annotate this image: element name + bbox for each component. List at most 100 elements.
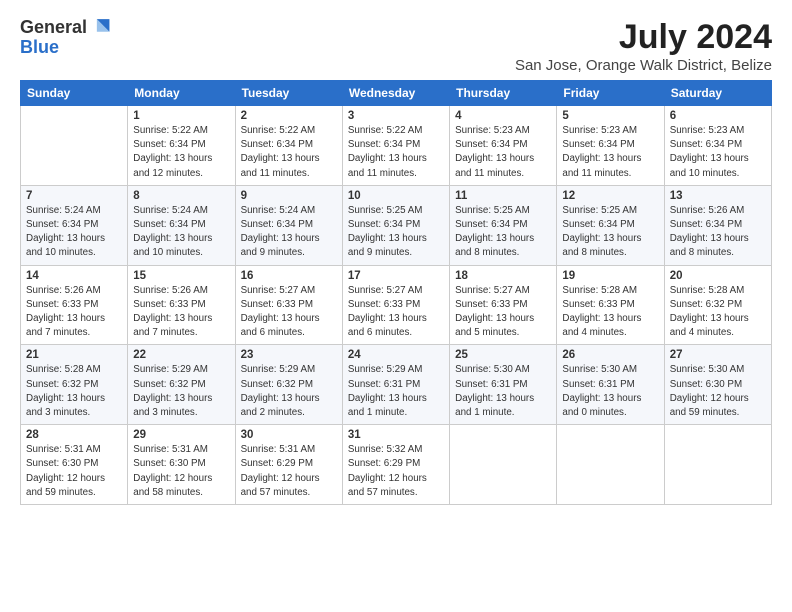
day-cell: 11Sunrise: 5:25 AM Sunset: 6:34 PM Dayli… [450,185,557,265]
day-info: Sunrise: 5:26 AM Sunset: 6:33 PM Dayligh… [133,284,229,341]
day-cell: 10Sunrise: 5:25 AM Sunset: 6:34 PM Dayli… [342,185,449,265]
day-info: Sunrise: 5:27 AM Sunset: 6:33 PM Dayligh… [455,284,551,341]
day-cell: 13Sunrise: 5:26 AM Sunset: 6:34 PM Dayli… [664,185,771,265]
day-cell: 28 Sunrise: 5:31 AM Sunset: 6:30 PM Dayli… [21,425,128,505]
header-cell-friday: Friday [557,81,664,106]
day-cell: 1 Sunrise: 5:22 AM Sunset: 6:34 PM Daylig… [128,106,235,186]
logo-general-text: General [20,18,87,38]
day-number: 9 [241,190,337,202]
day-number: 4 [455,110,551,122]
day-number: 20 [670,270,766,282]
day-number: 26 [562,349,658,361]
day-cell: 8 Sunrise: 5:24 AM Sunset: 6:34 PM Daylig… [128,185,235,265]
day-info: Sunrise: 5:28 AM Sunset: 6:33 PM Dayligh… [562,284,658,341]
day-number: 17 [348,270,444,282]
day-cell: 6Sunrise: 5:23 AM Sunset: 6:34 PM Daylig… [664,106,771,186]
day-info: Sunrise: 5:29 AM Sunset: 6:31 PM Dayligh… [348,363,444,420]
logo: General Blue [20,18,111,58]
day-cell: 19 Sunrise: 5:28 AM Sunset: 6:33 PM Dayli… [557,265,664,345]
week-row-1: 1 Sunrise: 5:22 AM Sunset: 6:34 PM Daylig… [21,106,772,186]
day-number: 3 [348,110,444,122]
day-cell: 26 Sunrise: 5:30 AM Sunset: 6:31 PM Dayli… [557,345,664,425]
day-number: 10 [348,190,444,202]
day-cell: 31 Sunrise: 5:32 AM Sunset: 6:29 PM Dayli… [342,425,449,505]
day-cell: 15 Sunrise: 5:26 AM Sunset: 6:33 PM Dayli… [128,265,235,345]
day-info: Sunrise: 5:27 AM Sunset: 6:33 PM Dayligh… [348,284,444,341]
day-number: 25 [455,349,551,361]
day-info: Sunrise: 5:24 AM Sunset: 6:34 PM Dayligh… [241,204,337,261]
week-row-4: 21Sunrise: 5:28 AM Sunset: 6:32 PM Dayli… [21,345,772,425]
header-cell-thursday: Thursday [450,81,557,106]
day-cell: 30 Sunrise: 5:31 AM Sunset: 6:29 PM Dayli… [235,425,342,505]
day-info: Sunrise: 5:31 AM Sunset: 6:29 PM Dayligh… [241,443,337,500]
day-number: 1 [133,110,229,122]
header-cell-sunday: Sunday [21,81,128,106]
day-cell [21,106,128,186]
day-info: Sunrise: 5:26 AM Sunset: 6:34 PM Dayligh… [670,204,766,261]
day-cell: 9 Sunrise: 5:24 AM Sunset: 6:34 PM Daylig… [235,185,342,265]
day-info: Sunrise: 5:25 AM Sunset: 6:34 PM Dayligh… [562,204,658,261]
day-info: Sunrise: 5:31 AM Sunset: 6:30 PM Dayligh… [26,443,122,500]
day-cell: 4 Sunrise: 5:23 AM Sunset: 6:34 PM Daylig… [450,106,557,186]
logo-icon [89,16,111,38]
day-info: Sunrise: 5:23 AM Sunset: 6:34 PM Dayligh… [455,124,551,181]
day-info: Sunrise: 5:22 AM Sunset: 6:34 PM Dayligh… [241,124,337,181]
day-cell: 25 Sunrise: 5:30 AM Sunset: 6:31 PM Dayli… [450,345,557,425]
day-number: 6 [670,110,766,122]
day-info: Sunrise: 5:30 AM Sunset: 6:31 PM Dayligh… [455,363,551,420]
day-number: 21 [26,349,122,361]
day-info: Sunrise: 5:28 AM Sunset: 6:32 PM Dayligh… [670,284,766,341]
day-number: 22 [133,349,229,361]
day-cell: 17 Sunrise: 5:27 AM Sunset: 6:33 PM Dayli… [342,265,449,345]
day-info: Sunrise: 5:30 AM Sunset: 6:30 PM Dayligh… [670,363,766,420]
day-number: 23 [241,349,337,361]
day-number: 5 [562,110,658,122]
header-row: SundayMondayTuesdayWednesdayThursdayFrid… [21,81,772,106]
day-info: Sunrise: 5:22 AM Sunset: 6:34 PM Dayligh… [348,124,444,181]
week-row-2: 7 Sunrise: 5:24 AM Sunset: 6:34 PM Daylig… [21,185,772,265]
day-number: 12 [562,190,658,202]
day-number: 7 [26,190,122,202]
day-cell: 7Sunrise: 5:24 AM Sunset: 6:34 PM Daylig… [21,185,128,265]
day-number: 24 [348,349,444,361]
header: General Blue July 2024 San Jose, Orange … [20,18,772,74]
day-number: 15 [133,270,229,282]
day-number: 19 [562,270,658,282]
day-cell [450,425,557,505]
day-number: 27 [670,349,766,361]
header-cell-monday: Monday [128,81,235,106]
day-cell: 5 Sunrise: 5:23 AM Sunset: 6:34 PM Daylig… [557,106,664,186]
day-info: Sunrise: 5:32 AM Sunset: 6:29 PM Dayligh… [348,443,444,500]
header-cell-saturday: Saturday [664,81,771,106]
day-info: Sunrise: 5:25 AM Sunset: 6:34 PM Dayligh… [455,204,551,261]
day-info: Sunrise: 5:23 AM Sunset: 6:34 PM Dayligh… [562,124,658,181]
day-number: 29 [133,429,229,441]
day-cell: 18 Sunrise: 5:27 AM Sunset: 6:33 PM Dayli… [450,265,557,345]
day-info: Sunrise: 5:22 AM Sunset: 6:34 PM Dayligh… [133,124,229,181]
day-number: 8 [133,190,229,202]
day-number: 30 [241,429,337,441]
header-cell-wednesday: Wednesday [342,81,449,106]
day-info: Sunrise: 5:24 AM Sunset: 6:34 PM Dayligh… [133,204,229,261]
day-number: 18 [455,270,551,282]
week-row-3: 14Sunrise: 5:26 AM Sunset: 6:33 PM Dayli… [21,265,772,345]
day-cell: 20 Sunrise: 5:28 AM Sunset: 6:32 PM Dayli… [664,265,771,345]
day-number: 16 [241,270,337,282]
day-cell: 14Sunrise: 5:26 AM Sunset: 6:33 PM Dayli… [21,265,128,345]
day-cell: 29 Sunrise: 5:31 AM Sunset: 6:30 PM Dayli… [128,425,235,505]
day-info: Sunrise: 5:31 AM Sunset: 6:30 PM Dayligh… [133,443,229,500]
day-cell [557,425,664,505]
day-number: 28 [26,429,122,441]
day-info: Sunrise: 5:29 AM Sunset: 6:32 PM Dayligh… [133,363,229,420]
day-number: 31 [348,429,444,441]
day-cell: 12 Sunrise: 5:25 AM Sunset: 6:34 PM Dayli… [557,185,664,265]
day-info: Sunrise: 5:30 AM Sunset: 6:31 PM Dayligh… [562,363,658,420]
title-block: July 2024 San Jose, Orange Walk District… [515,18,772,74]
day-cell: 22 Sunrise: 5:29 AM Sunset: 6:32 PM Dayli… [128,345,235,425]
day-cell: 24 Sunrise: 5:29 AM Sunset: 6:31 PM Dayli… [342,345,449,425]
day-info: Sunrise: 5:29 AM Sunset: 6:32 PM Dayligh… [241,363,337,420]
day-cell: 23 Sunrise: 5:29 AM Sunset: 6:32 PM Dayli… [235,345,342,425]
page: General Blue July 2024 San Jose, Orange … [0,0,792,612]
week-row-5: 28 Sunrise: 5:31 AM Sunset: 6:30 PM Dayli… [21,425,772,505]
day-cell: 3 Sunrise: 5:22 AM Sunset: 6:34 PM Daylig… [342,106,449,186]
